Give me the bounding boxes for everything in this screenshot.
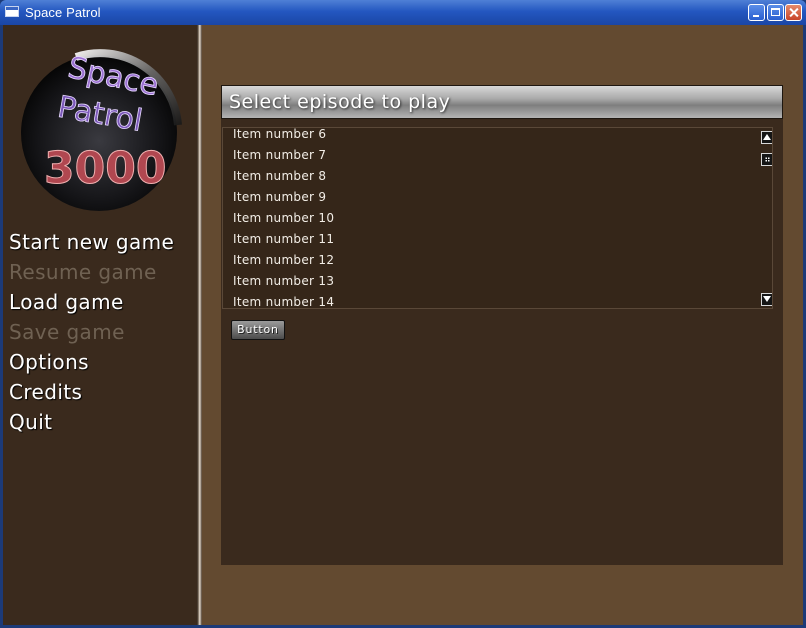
window-title: Space Patrol: [25, 5, 101, 20]
game-window-client: Space Patrol 3000 Start new game Resume …: [3, 25, 803, 625]
scroll-up-arrow-icon[interactable]: [761, 131, 772, 144]
list-item[interactable]: Item number 11: [233, 229, 334, 250]
episode-list: Item number 6 Item number 7 Item number …: [233, 128, 334, 308]
menu-save-game: Save game: [9, 320, 125, 344]
close-icon[interactable]: [785, 4, 802, 21]
panel-title: Select episode to play: [229, 91, 451, 113]
list-item[interactable]: Item number 13: [233, 271, 334, 292]
episode-listbox[interactable]: Item number 6 Item number 7 Item number …: [222, 127, 773, 309]
episode-select-panel: Select episode to play Item number 6 Ite…: [221, 85, 783, 565]
list-item[interactable]: Item number 10: [233, 208, 334, 229]
panel-button[interactable]: Button: [231, 320, 285, 340]
logo-word-3000: 3000: [44, 143, 166, 194]
list-item[interactable]: Item number 9: [233, 187, 334, 208]
panel-header: Select episode to play: [221, 85, 783, 119]
menu-resume-game: Resume game: [9, 260, 157, 284]
list-item[interactable]: Item number 6: [233, 128, 334, 145]
scroll-down-arrow-icon[interactable]: [761, 293, 772, 306]
list-item[interactable]: Item number 12: [233, 250, 334, 271]
list-item[interactable]: Item number 8: [233, 166, 334, 187]
space-patrol-logo: Space Patrol 3000: [21, 49, 182, 211]
list-item[interactable]: Item number 7: [233, 145, 334, 166]
scrollbar-thumb[interactable]: [761, 153, 772, 166]
window-titlebar[interactable]: Space Patrol: [0, 0, 806, 25]
menu-start-new-game[interactable]: Start new game: [9, 227, 174, 257]
sidebar-divider: [197, 25, 202, 625]
menu-options[interactable]: Options: [9, 347, 174, 377]
main-menu-sidebar: Space Patrol 3000 Start new game Resume …: [3, 25, 197, 625]
menu-load-game[interactable]: Load game: [9, 287, 174, 317]
maximize-icon[interactable]: [767, 4, 784, 21]
menu-quit[interactable]: Quit: [9, 407, 174, 437]
window-icon: [5, 6, 19, 17]
main-menu: Start new game Resume game Load game Sav…: [9, 227, 174, 437]
list-item[interactable]: Item number 14: [233, 292, 334, 308]
minimize-icon[interactable]: [748, 4, 765, 21]
menu-credits[interactable]: Credits: [9, 377, 174, 407]
